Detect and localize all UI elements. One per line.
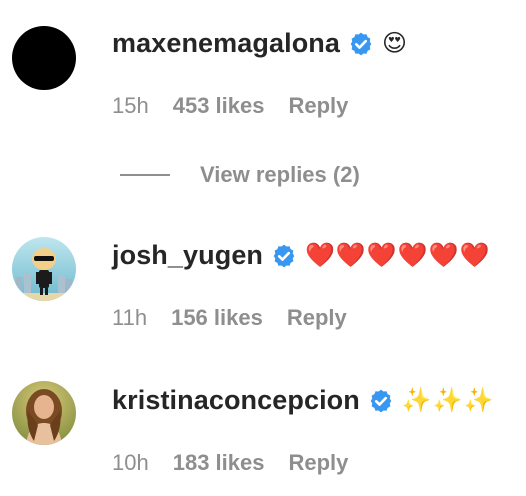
verified-badge-icon [350, 32, 372, 55]
comment-meta: 15h 453 likes Reply [112, 93, 348, 119]
comment-header: kristinaconcepcion ✨✨✨ [112, 385, 495, 416]
username[interactable]: maxenemagalona [112, 28, 340, 59]
verified-badge-icon [370, 389, 392, 412]
reply-button[interactable]: Reply [288, 450, 348, 476]
portrait-photo-icon [12, 381, 76, 445]
username[interactable]: kristinaconcepcion [112, 385, 360, 416]
divider-line [120, 174, 170, 176]
comment-time: 11h [112, 305, 148, 330]
comment-header: maxenemagalona 😍 [112, 28, 408, 59]
avatar[interactable] [12, 237, 76, 301]
cartoon-figure-icon [12, 237, 76, 301]
avatar[interactable] [12, 26, 76, 90]
comment-meta: 10h 183 likes Reply [112, 450, 348, 476]
reply-button[interactable]: Reply [288, 93, 348, 119]
comment-meta: 11h 156 likes Reply [112, 305, 347, 331]
view-replies-label: View replies (2) [200, 162, 360, 187]
comment-header: josh_yugen ❤️❤️❤️❤️❤️❤️ [112, 240, 490, 271]
comment-time: 15h [112, 93, 149, 118]
avatar[interactable] [12, 381, 76, 445]
username[interactable]: josh_yugen [112, 240, 263, 271]
comment-text: ❤️❤️❤️❤️❤️❤️ [305, 242, 491, 269]
likes-count[interactable]: 183 likes [173, 450, 265, 476]
likes-count[interactable]: 453 likes [173, 93, 265, 119]
reply-button[interactable]: Reply [287, 305, 347, 331]
comment-time: 10h [112, 450, 149, 475]
comment-text: ✨✨✨ [401, 387, 495, 414]
likes-count[interactable]: 156 likes [171, 305, 263, 331]
verified-badge-icon [273, 244, 295, 267]
view-replies-button[interactable]: View replies (2) [120, 162, 360, 188]
comment-text: 😍 [382, 30, 409, 57]
